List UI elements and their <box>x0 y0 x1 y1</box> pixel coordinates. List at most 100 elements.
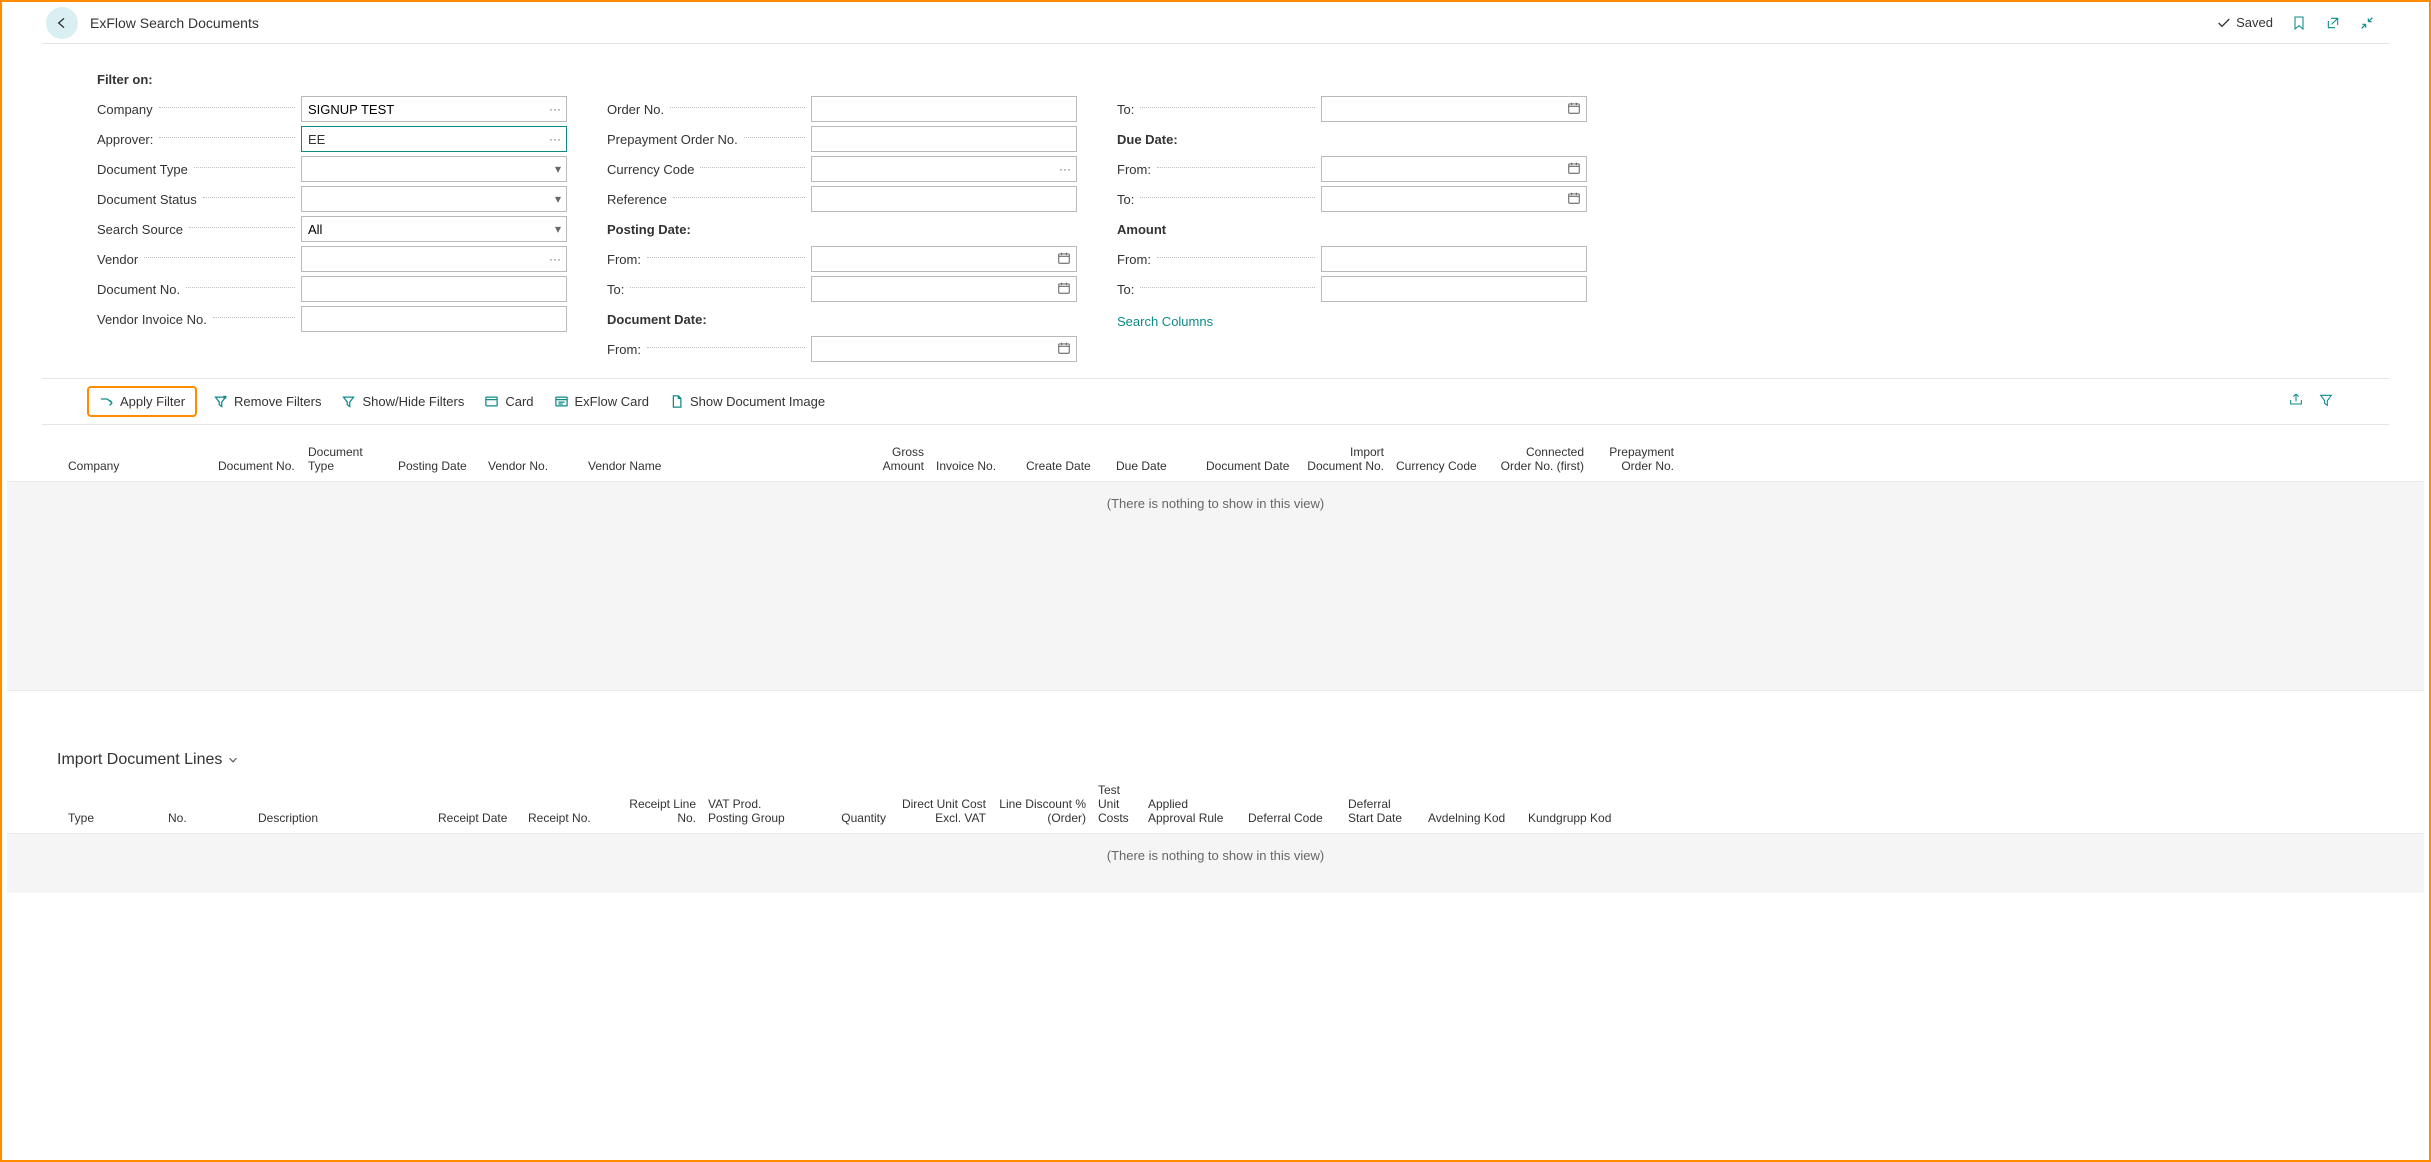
approver-input[interactable] <box>301 126 567 152</box>
posting-date-to-input[interactable] <box>811 276 1077 302</box>
order-no-input[interactable] <box>811 96 1077 122</box>
due-date-to-input[interactable] <box>1321 186 1587 212</box>
col2-receipt-line-no[interactable]: Receipt Line No. <box>622 797 702 825</box>
document-image-icon <box>669 394 684 409</box>
col2-deferral-code[interactable]: Deferral Code <box>1242 811 1342 825</box>
posting-date-to-label: To: <box>607 282 624 297</box>
col-document-no[interactable]: Document No. <box>212 459 302 473</box>
calendar-icon[interactable] <box>1567 191 1581 208</box>
back-button[interactable] <box>46 7 78 39</box>
vendor-input[interactable] <box>301 246 567 272</box>
due-date-heading: Due Date: <box>1117 132 1178 147</box>
bookmark-icon[interactable] <box>2291 15 2307 31</box>
col2-avdelning-kod[interactable]: Avdelning Kod <box>1422 811 1522 825</box>
col-create-date[interactable]: Create Date <box>1020 459 1110 473</box>
search-columns-link[interactable]: Search Columns <box>1117 304 1213 329</box>
calendar-icon[interactable] <box>1567 161 1581 178</box>
col-document-type[interactable]: Document Type <box>302 445 392 473</box>
import-document-lines-section[interactable]: Import Document Lines <box>57 751 2374 769</box>
amount-heading: Amount <box>1117 222 1166 237</box>
due-date-to-label: To: <box>1117 192 1134 207</box>
col2-quantity[interactable]: Quantity <box>792 811 892 825</box>
search-source-label: Search Source <box>97 222 183 237</box>
amount-from-label: From: <box>1117 252 1151 267</box>
filter-icon[interactable] <box>2318 392 2334 411</box>
posting-date-from-input[interactable] <box>811 246 1077 272</box>
col-currency-code[interactable]: Currency Code <box>1390 459 1490 473</box>
calendar-icon[interactable] <box>1057 341 1071 358</box>
col-connected-order-no[interactable]: Connected Order No. (first) <box>1490 445 1590 473</box>
collapse-icon[interactable] <box>2359 15 2375 31</box>
show-document-image-button[interactable]: Show Document Image <box>659 390 835 413</box>
share-icon[interactable] <box>2288 392 2304 411</box>
col2-no[interactable]: No. <box>162 811 252 825</box>
open-new-window-icon[interactable] <box>2325 15 2341 31</box>
card-icon <box>484 394 499 409</box>
prepayment-order-no-input[interactable] <box>811 126 1077 152</box>
checkmark-icon <box>2216 15 2232 31</box>
vendor-label: Vendor <box>97 252 138 267</box>
document-type-select[interactable] <box>301 156 567 182</box>
col2-deferral-start-date[interactable]: Deferral Start Date <box>1342 797 1422 825</box>
document-date-from-input[interactable] <box>811 336 1077 362</box>
reference-input[interactable] <box>811 186 1077 212</box>
col-prepayment-order-no[interactable]: Prepayment Order No. <box>1590 445 1680 473</box>
col2-receipt-no[interactable]: Receipt No. <box>522 811 622 825</box>
vendor-invoice-no-label: Vendor Invoice No. <box>97 312 207 327</box>
apply-filter-button[interactable]: Apply Filter <box>97 390 187 413</box>
reference-label: Reference <box>607 192 667 207</box>
col-import-document-no[interactable]: Import Document No. <box>1300 445 1390 473</box>
remove-filters-button[interactable]: Remove Filters <box>203 390 331 413</box>
amount-to-input[interactable] <box>1321 276 1587 302</box>
document-no-label: Document No. <box>97 282 180 297</box>
company-label: Company <box>97 102 153 117</box>
col2-applied-approval-rule[interactable]: Applied Approval Rule <box>1142 797 1242 825</box>
company-input[interactable] <box>301 96 567 122</box>
col2-vat-prod-posting-group[interactable]: VAT Prod. Posting Group <box>702 797 792 825</box>
calendar-icon[interactable] <box>1057 281 1071 298</box>
col-company[interactable]: Company <box>62 459 212 473</box>
col-posting-date[interactable]: Posting Date <box>392 459 482 473</box>
col2-description[interactable]: Description <box>252 811 432 825</box>
due-date-from-label: From: <box>1117 162 1151 177</box>
amount-from-input[interactable] <box>1321 246 1587 272</box>
document-date-from-label: From: <box>607 342 641 357</box>
chevron-down-icon <box>226 753 240 767</box>
document-type-label: Document Type <box>97 162 188 177</box>
due-date-from-input[interactable] <box>1321 156 1587 182</box>
search-source-select[interactable] <box>301 216 567 242</box>
apply-filter-highlight: Apply Filter <box>87 386 197 417</box>
document-date-to-label: To: <box>1117 102 1134 117</box>
lines-grid-header: Type No. Description Receipt Date Receip… <box>2 769 2429 833</box>
amount-to-label: To: <box>1117 282 1134 297</box>
document-no-input[interactable] <box>301 276 567 302</box>
col-gross-amount[interactable]: Gross Amount <box>842 445 930 473</box>
col2-type[interactable]: Type <box>62 811 162 825</box>
col-vendor-no[interactable]: Vendor No. <box>482 459 582 473</box>
currency-code-input[interactable] <box>811 156 1077 182</box>
show-hide-filters-button[interactable]: Show/Hide Filters <box>331 390 474 413</box>
document-date-to-input[interactable] <box>1321 96 1587 122</box>
documents-grid-empty: (There is nothing to show in this view) <box>7 481 2424 691</box>
col-invoice-no[interactable]: Invoice No. <box>930 459 1020 473</box>
col2-test-unit-costs[interactable]: Test Unit Costs <box>1092 783 1142 825</box>
col2-kundgrupp-kod[interactable]: Kundgrupp Kod <box>1522 811 1622 825</box>
col-due-date[interactable]: Due Date <box>1110 459 1200 473</box>
col2-direct-unit-cost[interactable]: Direct Unit Cost Excl. VAT <box>892 797 992 825</box>
card-button[interactable]: Card <box>474 390 543 413</box>
col2-line-discount[interactable]: Line Discount % (Order) <box>992 797 1092 825</box>
exflow-card-button[interactable]: ExFlow Card <box>544 390 659 413</box>
approver-label: Approver: <box>97 132 153 147</box>
remove-filters-icon <box>213 394 228 409</box>
col-vendor-name[interactable]: Vendor Name <box>582 459 842 473</box>
calendar-icon[interactable] <box>1567 101 1581 118</box>
posting-date-heading: Posting Date: <box>607 222 691 237</box>
calendar-icon[interactable] <box>1057 251 1071 268</box>
page-title: ExFlow Search Documents <box>90 15 259 31</box>
col-document-date[interactable]: Document Date <box>1200 459 1300 473</box>
vendor-invoice-no-input[interactable] <box>301 306 567 332</box>
posting-date-from-label: From: <box>607 252 641 267</box>
col2-receipt-date[interactable]: Receipt Date <box>432 811 522 825</box>
apply-filter-icon <box>99 394 114 409</box>
document-status-select[interactable] <box>301 186 567 212</box>
